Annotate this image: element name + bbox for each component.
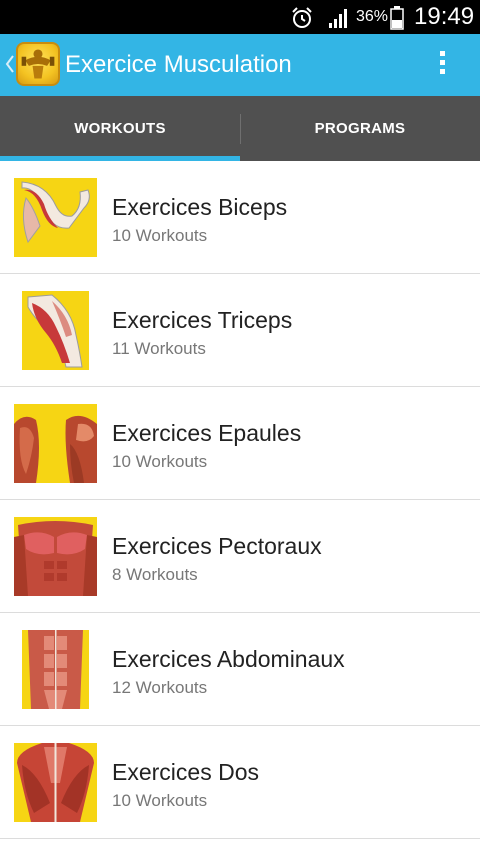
status-clock: 19:49 — [414, 3, 475, 30]
item-workout-count: 10 Workouts — [112, 226, 208, 245]
item-title: Exercices Dos — [112, 759, 259, 785]
item-workout-count: 12 Workouts — [112, 678, 208, 697]
battery-percent: 36% — [356, 8, 389, 25]
item-title: Exercices Triceps — [112, 307, 293, 333]
battery-icon — [390, 6, 404, 30]
back-chevron-icon[interactable] — [4, 52, 16, 76]
item-title: Exercices Biceps — [112, 194, 288, 220]
chest-thumbnail — [14, 517, 97, 596]
tab-bar: WORKOUTS PROGRAMS — [0, 96, 480, 161]
list-item-abdominaux[interactable]: Exercices Abdominaux 12 Workouts — [0, 613, 480, 726]
app-bar: Exercice Musculation — [0, 34, 480, 96]
item-title: Exercices Epaules — [112, 420, 302, 446]
app-title: Exercice Musculation — [65, 51, 292, 78]
alarm-icon — [292, 7, 312, 28]
item-workout-count: 11 Workouts — [112, 339, 206, 358]
list-item-dos[interactable]: Exercices Dos 10 Workouts — [0, 726, 480, 839]
tab-programs[interactable]: PROGRAMS — [240, 96, 480, 161]
triceps-thumbnail — [22, 291, 89, 370]
item-workout-count: 8 Workouts — [112, 565, 198, 584]
back-thumbnail — [14, 743, 97, 822]
shoulders-thumbnail — [14, 404, 97, 483]
list-item-pectoraux[interactable]: Exercices Pectoraux 8 Workouts — [0, 500, 480, 613]
overflow-menu-icon[interactable] — [432, 48, 452, 82]
signal-icon — [329, 9, 347, 28]
item-title: Exercices Pectoraux — [112, 533, 322, 559]
tab-workouts[interactable]: WORKOUTS — [0, 96, 240, 161]
abs-thumbnail — [22, 630, 89, 709]
biceps-thumbnail — [14, 178, 97, 257]
item-workout-count: 10 Workouts — [112, 791, 208, 810]
item-title: Exercices Abdominaux — [112, 646, 345, 672]
status-bar: 36% 19:49 — [0, 0, 480, 34]
app-logo-icon[interactable] — [16, 42, 60, 86]
list-item-biceps[interactable]: Exercices Biceps 10 Workouts — [0, 161, 480, 274]
category-list: Exercices Biceps 10 Workouts Exercices T… — [0, 161, 480, 839]
list-item-triceps[interactable]: Exercices Triceps 11 Workouts — [0, 274, 480, 387]
list-item-epaules[interactable]: Exercices Epaules 10 Workouts — [0, 387, 480, 500]
item-workout-count: 10 Workouts — [112, 452, 208, 471]
